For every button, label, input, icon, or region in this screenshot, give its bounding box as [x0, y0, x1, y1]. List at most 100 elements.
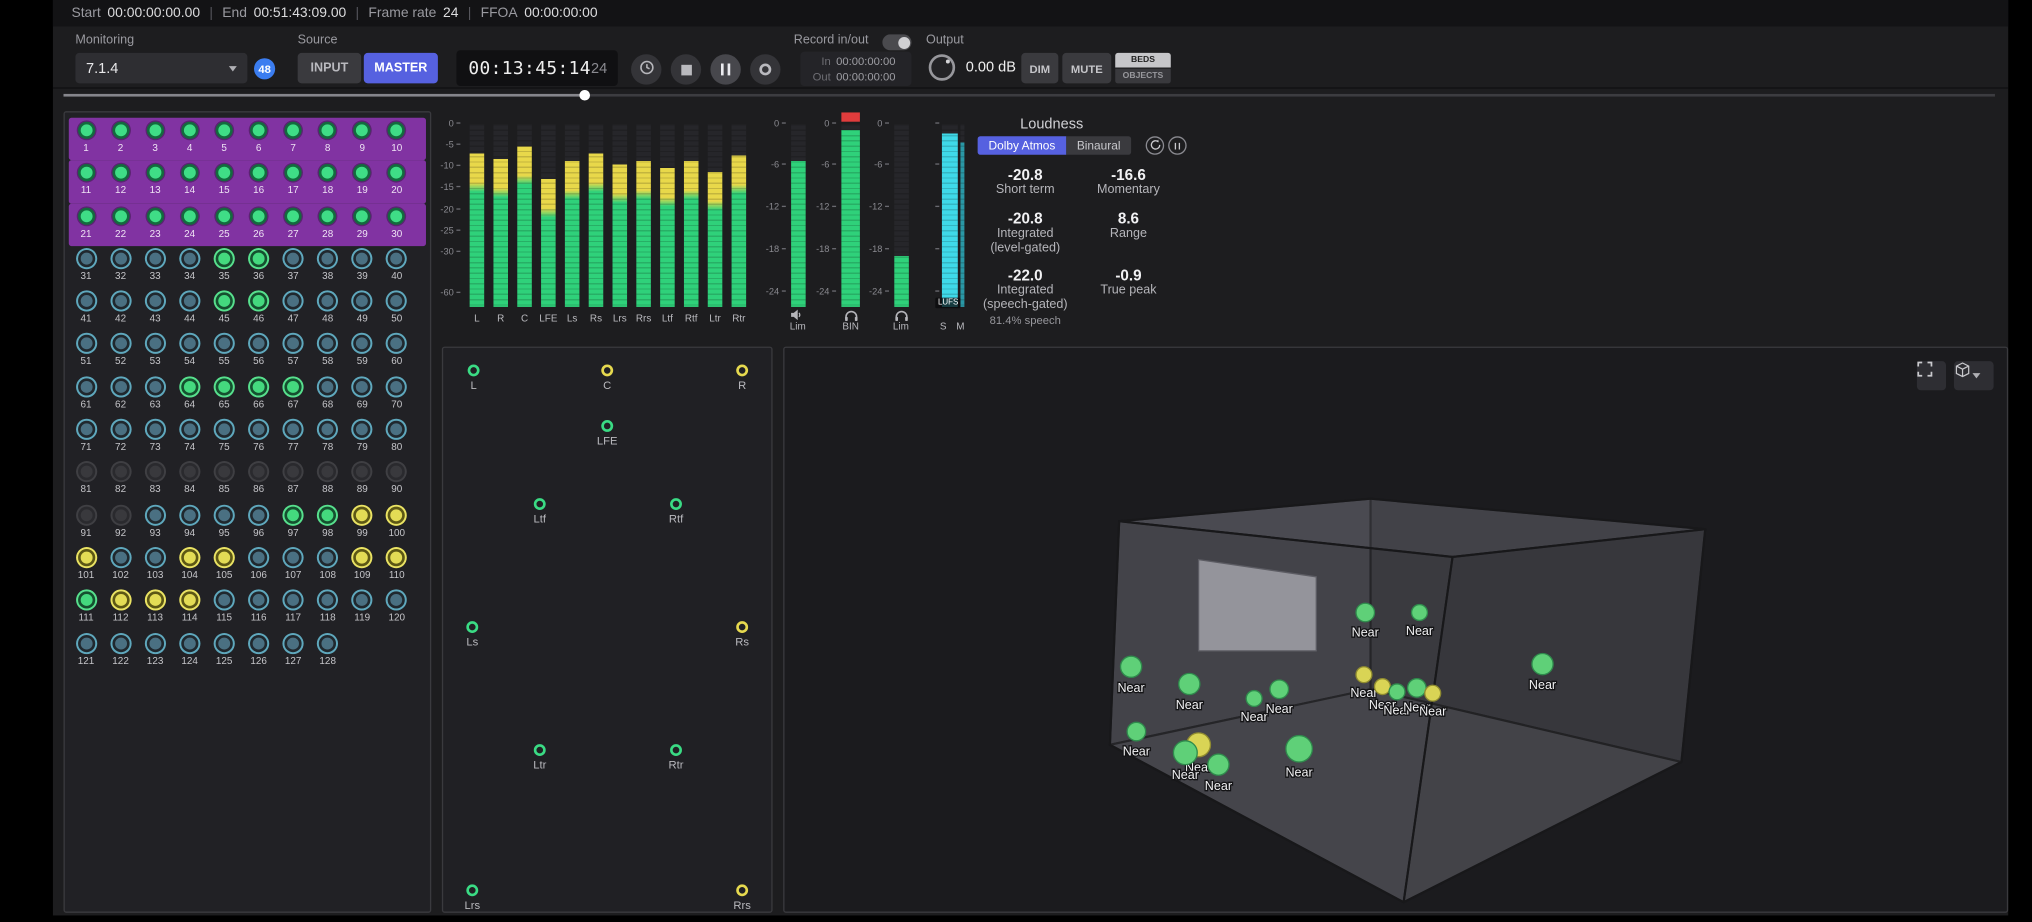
channel-18[interactable]: 18	[310, 160, 345, 203]
channel-119[interactable]: 119	[345, 588, 380, 631]
channel-60[interactable]: 60	[379, 331, 414, 374]
channel-32[interactable]: 32	[103, 246, 138, 289]
channel-76[interactable]: 76	[241, 417, 276, 460]
channel-73[interactable]: 73	[138, 417, 173, 460]
channel-66[interactable]: 66	[241, 374, 276, 417]
channel-95[interactable]: 95	[207, 502, 242, 545]
channel-99[interactable]: 99	[345, 502, 380, 545]
channel-31[interactable]: 31	[69, 246, 104, 289]
channel-46[interactable]: 46	[241, 289, 276, 332]
channel-111[interactable]: 111	[69, 588, 104, 631]
channel-74[interactable]: 74	[172, 417, 207, 460]
fullscreen-button[interactable]	[1916, 361, 1947, 391]
channel-81[interactable]: 81	[69, 460, 104, 503]
channel-51[interactable]: 51	[69, 331, 104, 374]
channel-29[interactable]: 29	[345, 203, 380, 246]
channel-87[interactable]: 87	[276, 460, 311, 503]
channel-64[interactable]: 64	[172, 374, 207, 417]
channel-71[interactable]: 71	[69, 417, 104, 460]
channel-101[interactable]: 101	[69, 545, 104, 588]
channel-115[interactable]: 115	[207, 588, 242, 631]
channel-7[interactable]: 7	[276, 118, 311, 161]
channel-102[interactable]: 102	[103, 545, 138, 588]
record-in-out-toggle[interactable]	[882, 34, 912, 51]
channel-108[interactable]: 108	[310, 545, 345, 588]
channel-53[interactable]: 53	[138, 331, 173, 374]
channel-33[interactable]: 33	[138, 246, 173, 289]
channel-10[interactable]: 10	[379, 118, 414, 161]
channel-23[interactable]: 23	[138, 203, 173, 246]
channel-49[interactable]: 49	[345, 289, 380, 332]
channel-24[interactable]: 24	[172, 203, 207, 246]
output-knob[interactable]	[928, 54, 956, 81]
channel-85[interactable]: 85	[207, 460, 242, 503]
channel-62[interactable]: 62	[103, 374, 138, 417]
channel-82[interactable]: 82	[103, 460, 138, 503]
channel-28[interactable]: 28	[310, 203, 345, 246]
channel-88[interactable]: 88	[310, 460, 345, 503]
channel-26[interactable]: 26	[241, 203, 276, 246]
loudness-pause-button[interactable]	[1168, 136, 1187, 155]
channel-113[interactable]: 113	[138, 588, 173, 631]
channel-125[interactable]: 125	[207, 630, 242, 673]
channel-13[interactable]: 13	[138, 160, 173, 203]
channel-45[interactable]: 45	[207, 289, 242, 332]
stop-button[interactable]	[670, 54, 702, 85]
channel-90[interactable]: 90	[379, 460, 414, 503]
channel-127[interactable]: 127	[276, 630, 311, 673]
channel-84[interactable]: 84	[172, 460, 207, 503]
channel-57[interactable]: 57	[276, 331, 311, 374]
channel-12[interactable]: 12	[103, 160, 138, 203]
channel-27[interactable]: 27	[276, 203, 311, 246]
channel-9[interactable]: 9	[345, 118, 380, 161]
channel-91[interactable]: 91	[69, 502, 104, 545]
pause-button[interactable]	[710, 54, 741, 85]
channel-98[interactable]: 98	[310, 502, 345, 545]
channel-40[interactable]: 40	[379, 246, 414, 289]
channel-117[interactable]: 117	[276, 588, 311, 631]
channel-123[interactable]: 123	[138, 630, 173, 673]
channel-4[interactable]: 4	[172, 118, 207, 161]
timeline-seekbar[interactable]	[63, 89, 1995, 101]
channel-80[interactable]: 80	[379, 417, 414, 460]
channel-15[interactable]: 15	[207, 160, 242, 203]
channel-61[interactable]: 61	[69, 374, 104, 417]
channel-5[interactable]: 5	[207, 118, 242, 161]
tab-dolby-atmos[interactable]: Dolby Atmos	[977, 136, 1067, 155]
channel-114[interactable]: 114	[172, 588, 207, 631]
mute-button[interactable]: MUTE	[1062, 52, 1112, 84]
channel-19[interactable]: 19	[345, 160, 380, 203]
channel-83[interactable]: 83	[138, 460, 173, 503]
record-button[interactable]	[750, 54, 781, 85]
channel-50[interactable]: 50	[379, 289, 414, 332]
loudness-reset-button[interactable]	[1145, 136, 1165, 155]
channel-126[interactable]: 126	[241, 630, 276, 673]
channel-116[interactable]: 116	[241, 588, 276, 631]
channel-41[interactable]: 41	[69, 289, 104, 332]
channel-42[interactable]: 42	[103, 289, 138, 332]
channel-52[interactable]: 52	[103, 331, 138, 374]
channel-39[interactable]: 39	[345, 246, 380, 289]
beds-button[interactable]: BEDS	[1115, 52, 1171, 68]
channel-77[interactable]: 77	[276, 417, 311, 460]
channel-43[interactable]: 43	[138, 289, 173, 332]
channel-128[interactable]: 128	[310, 630, 345, 673]
channel-59[interactable]: 59	[345, 331, 380, 374]
channel-103[interactable]: 103	[138, 545, 173, 588]
channel-22[interactable]: 22	[103, 203, 138, 246]
channel-11[interactable]: 11	[69, 160, 104, 203]
channel-92[interactable]: 92	[103, 502, 138, 545]
channel-20[interactable]: 20	[379, 160, 414, 203]
channel-122[interactable]: 122	[103, 630, 138, 673]
channel-65[interactable]: 65	[207, 374, 242, 417]
channel-44[interactable]: 44	[172, 289, 207, 332]
channel-106[interactable]: 106	[241, 545, 276, 588]
channel-58[interactable]: 58	[310, 331, 345, 374]
channel-89[interactable]: 89	[345, 460, 380, 503]
channel-94[interactable]: 94	[172, 502, 207, 545]
channel-120[interactable]: 120	[379, 588, 414, 631]
channel-68[interactable]: 68	[310, 374, 345, 417]
channel-104[interactable]: 104	[172, 545, 207, 588]
channel-69[interactable]: 69	[345, 374, 380, 417]
channel-79[interactable]: 79	[345, 417, 380, 460]
